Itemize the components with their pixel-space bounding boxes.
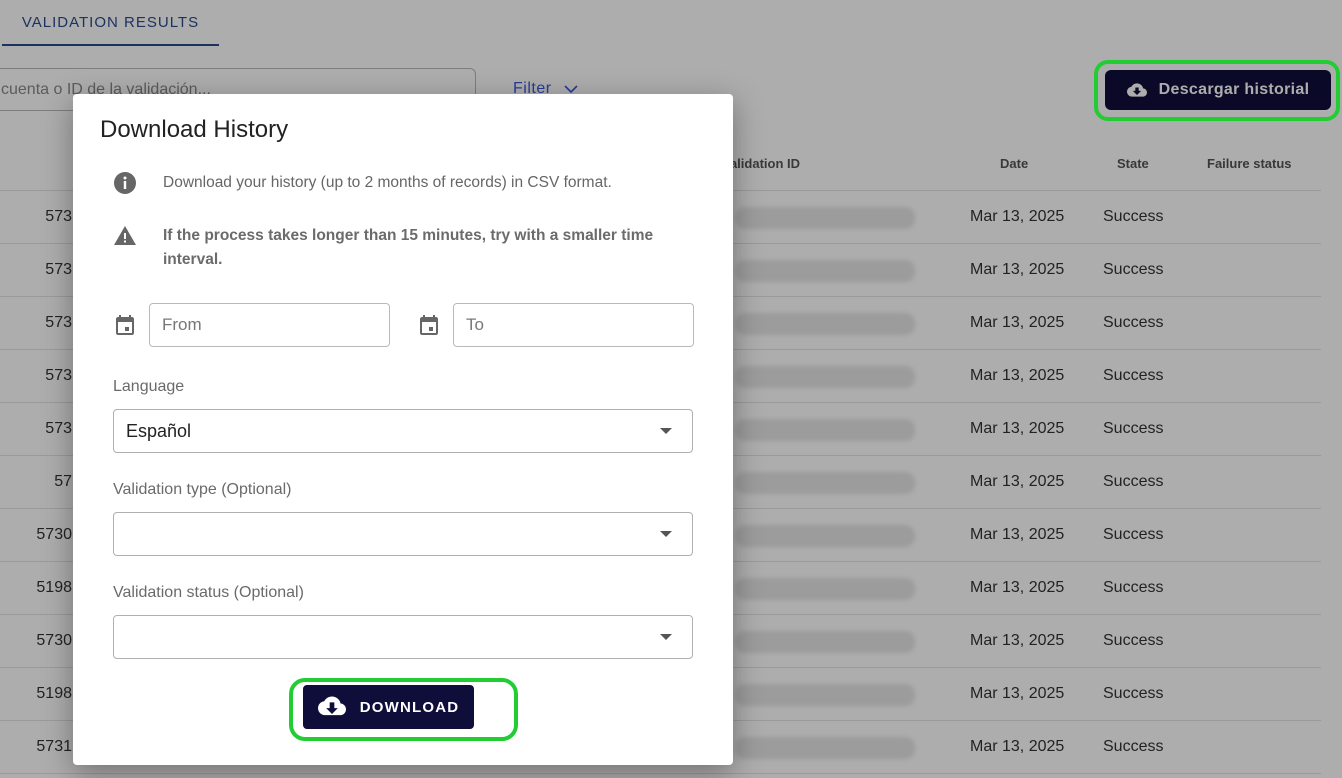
- warning-icon: [114, 226, 136, 245]
- download-history-dialog: Download History Download your history (…: [73, 94, 733, 765]
- warning-text: If the process takes longer than 15 minu…: [163, 227, 654, 268]
- language-value: Español: [126, 420, 192, 441]
- dropdown-arrow-icon: [660, 428, 672, 434]
- calendar-icon[interactable]: [113, 313, 137, 337]
- validation-type-select[interactable]: [113, 512, 693, 556]
- validation-type-label: Validation type (Optional): [113, 481, 292, 498]
- dropdown-arrow-icon: [660, 634, 672, 640]
- language-select[interactable]: Español: [113, 409, 693, 453]
- to-date-input[interactable]: To: [453, 303, 694, 347]
- from-date-group: From: [113, 303, 390, 347]
- dialog-title: Download History: [100, 116, 289, 143]
- dropdown-arrow-icon: [660, 531, 672, 537]
- warning-message: If the process takes longer than 15 minu…: [113, 224, 703, 272]
- from-date-input[interactable]: From: [149, 303, 390, 347]
- download-button[interactable]: DOWNLOAD: [303, 685, 474, 729]
- info-message: Download your history (up to 2 months of…: [113, 171, 612, 195]
- validation-status-label: Validation status (Optional): [113, 584, 304, 601]
- validation-status-select[interactable]: [113, 615, 693, 659]
- calendar-icon[interactable]: [417, 313, 441, 337]
- language-label: Language: [113, 378, 185, 395]
- info-text: Download your history (up to 2 months of…: [163, 174, 612, 191]
- cloud-download-icon: [317, 696, 346, 716]
- download-label: DOWNLOAD: [359, 698, 460, 716]
- to-date-group: To: [417, 303, 694, 347]
- info-icon: [114, 172, 136, 194]
